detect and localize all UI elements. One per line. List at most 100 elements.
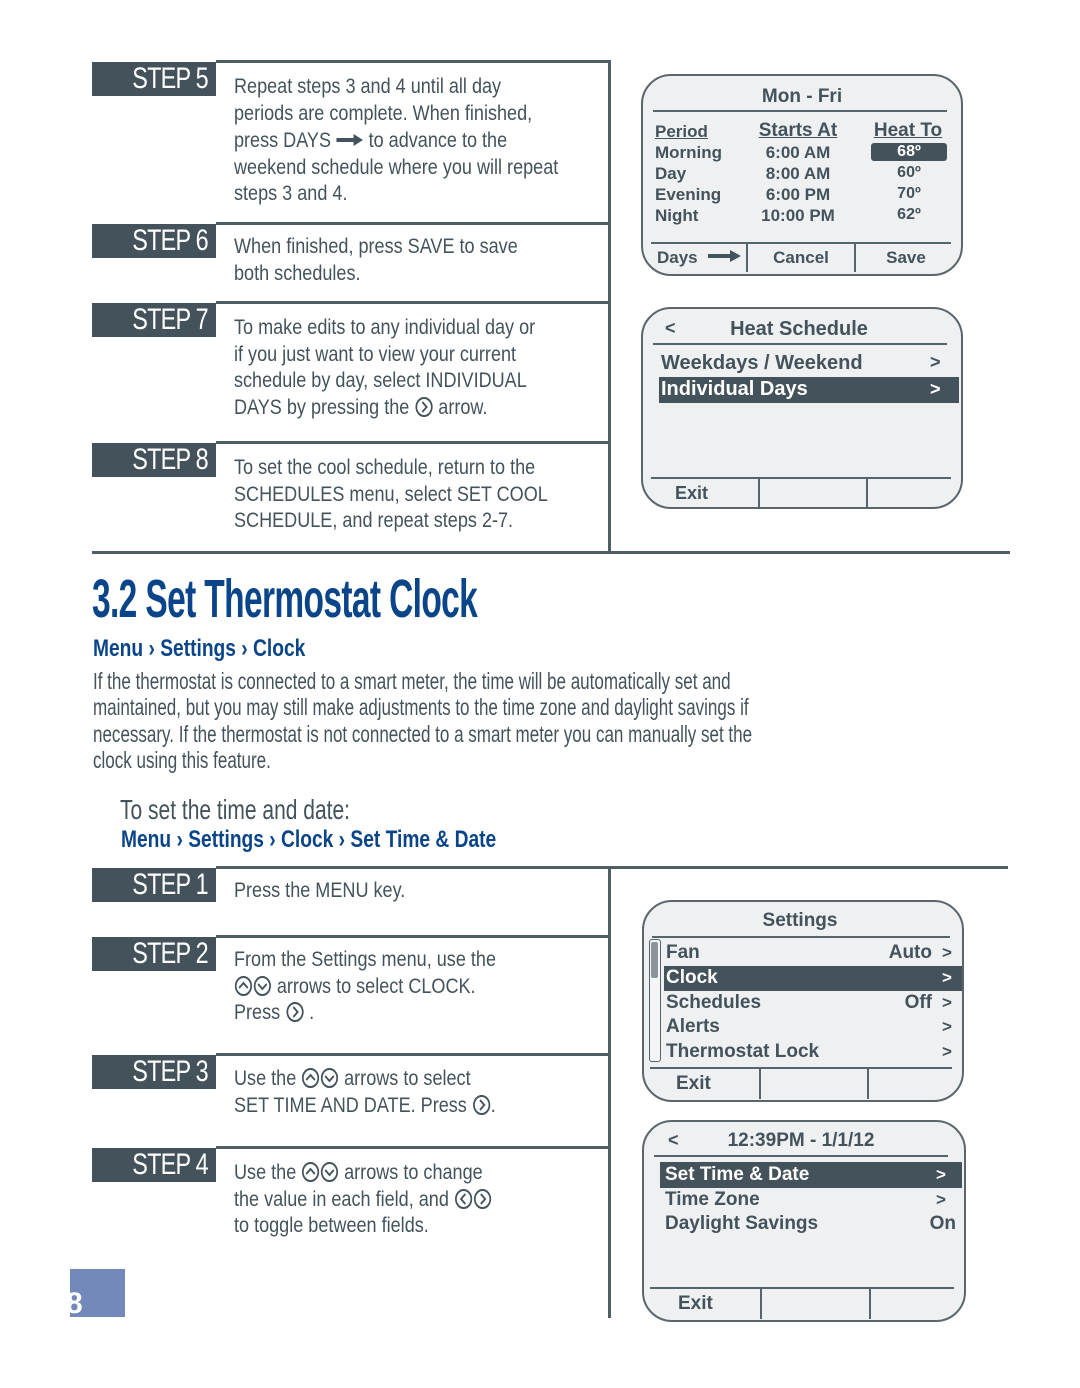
- section-title: 3.2 Set Thermostat Clock: [92, 569, 478, 629]
- step-6-text: When finished, press SAVE to save both s…: [234, 235, 518, 285]
- step-1-text: Press the MENU key.: [234, 879, 406, 902]
- chevron-right-icon: >: [936, 1190, 946, 1209]
- heat-cell[interactable]: 60º: [871, 164, 947, 182]
- breadcrumb-separator: ›: [176, 826, 183, 853]
- right-arrow-icon: [708, 249, 742, 267]
- chevron-right-icon: >: [942, 1042, 952, 1061]
- start-cell: 6:00 AM: [765, 143, 831, 162]
- page-number: 8: [66, 1287, 83, 1320]
- divider: [608, 866, 611, 1318]
- days-button[interactable]: Days: [657, 248, 742, 268]
- cancel-button[interactable]: Cancel: [748, 248, 854, 268]
- up-circle-arrow-icon: [302, 1068, 320, 1088]
- chevron-right-icon: >: [942, 968, 952, 987]
- exit-button[interactable]: Exit: [676, 1073, 711, 1095]
- divider: [216, 301, 611, 304]
- page-number-tab: 8: [66, 1269, 125, 1319]
- divider: [653, 110, 947, 112]
- breadcrumb-separator: ›: [241, 635, 248, 662]
- screen-title: 12:39PM - 1/1/12: [727, 1130, 875, 1151]
- save-button[interactable]: Save: [856, 248, 956, 268]
- step-8-text: To set the cool schedule, return to the …: [234, 456, 548, 532]
- divider: [651, 477, 951, 479]
- breadcrumb-item: Clock: [253, 635, 306, 662]
- down-circle-arrow-icon: [253, 975, 271, 996]
- divider: [216, 222, 611, 225]
- heat-cell[interactable]: 62º: [871, 206, 947, 224]
- divider: [216, 60, 611, 63]
- divider: [651, 242, 951, 244]
- menu-item-individual-days[interactable]: Individual Days >: [659, 377, 959, 403]
- divider: [760, 1287, 762, 1319]
- chevron-right-icon: >: [942, 1017, 952, 1036]
- step-5-badge: STEP 5: [92, 62, 216, 96]
- divider: [608, 60, 611, 553]
- down-circle-arrow-icon: [321, 1068, 339, 1088]
- menu-item-value: On: [929, 1213, 956, 1234]
- up-circle-arrow-icon: [302, 1162, 320, 1182]
- menu-item-label: Alerts: [666, 1016, 720, 1037]
- exit-button[interactable]: Exit: [675, 483, 708, 504]
- menu-item-value: Off: [904, 992, 932, 1013]
- divider: [654, 1155, 948, 1157]
- divider: [652, 936, 950, 938]
- breadcrumb-item: Menu: [93, 635, 144, 662]
- heat-cell[interactable]: 70º: [871, 185, 947, 203]
- screen-title: Mon - Fri: [761, 86, 843, 107]
- start-cell: 6:00 PM: [765, 185, 831, 204]
- chevron-right-icon: >: [942, 993, 952, 1012]
- breadcrumb-item: Settings: [188, 826, 264, 853]
- scrollbar[interactable]: [649, 939, 661, 1062]
- period-cell: Day: [655, 164, 687, 183]
- step-7-text: To make edits to any individual day or i…: [234, 316, 536, 419]
- step-8-badge: STEP 8: [92, 443, 216, 477]
- menu-item-label: Weekdays / Weekend: [661, 352, 863, 374]
- menu-item-label: Set Time & Date: [665, 1164, 810, 1185]
- intro-paragraph: If the thermostat is connected to a smar…: [93, 668, 753, 773]
- section-divider: [92, 551, 1010, 554]
- scrollbar-thumb[interactable]: [651, 942, 658, 978]
- breadcrumb-item: Settings: [160, 635, 236, 662]
- chevron-right-icon: >: [930, 379, 941, 399]
- clock-screen: < 12:39PM - 1/1/12 Set Time & Date > Tim…: [642, 1120, 966, 1322]
- menu-item-label: Time Zone: [665, 1189, 760, 1210]
- period-cell: Morning: [655, 143, 723, 162]
- divider: [759, 1067, 761, 1099]
- step-1-badge: STEP 1: [92, 868, 216, 902]
- right-circle-arrow-icon: [473, 1188, 491, 1209]
- breadcrumb: Menu › Settings › Clock: [93, 635, 305, 663]
- column-header-period: Period: [655, 122, 708, 141]
- breadcrumb-separator: ›: [269, 826, 276, 853]
- divider: [867, 1067, 869, 1099]
- exit-button[interactable]: Exit: [678, 1293, 713, 1315]
- sub-breadcrumb: Menu › Settings › Clock › Set Time & Dat…: [121, 826, 496, 854]
- right-circle-arrow-icon: [472, 1094, 490, 1115]
- menu-item-label: Fan: [666, 942, 700, 963]
- divider: [216, 441, 611, 444]
- right-arrow-icon: [336, 127, 364, 154]
- divider: [758, 477, 760, 507]
- menu-item-label: Thermostat Lock: [666, 1041, 820, 1062]
- divider: [650, 1067, 952, 1069]
- breadcrumb-item: Menu: [121, 826, 172, 853]
- start-cell: 10:00 PM: [761, 206, 835, 225]
- column-header-starts: Starts At: [758, 120, 838, 141]
- step-7-badge: STEP 7: [92, 303, 216, 337]
- divider: [216, 1053, 611, 1056]
- right-circle-arrow-icon: [415, 396, 433, 417]
- divider: [216, 1146, 611, 1149]
- menu-item-set-time-date[interactable]: Set Time & Date >: [660, 1162, 962, 1188]
- step-4-text: Use the arrows to change the value in ea…: [234, 1160, 492, 1240]
- heat-cell[interactable]: 68º: [871, 143, 947, 161]
- menu-item-label: Clock: [666, 967, 718, 988]
- chevron-right-icon: >: [930, 352, 941, 372]
- breadcrumb-separator: ›: [338, 826, 346, 853]
- divider: [216, 935, 611, 938]
- chevron-right-icon: >: [936, 1165, 946, 1184]
- divider: [869, 1287, 871, 1319]
- down-circle-arrow-icon: [321, 1162, 339, 1182]
- step-4-badge: STEP 4: [92, 1148, 216, 1182]
- menu-item-clock[interactable]: Clock >: [664, 966, 962, 991]
- menu-item-label: Daylight Savings: [665, 1213, 819, 1234]
- heat-schedule-screen: < Heat Schedule Weekdays / Weekend > Ind…: [641, 307, 963, 509]
